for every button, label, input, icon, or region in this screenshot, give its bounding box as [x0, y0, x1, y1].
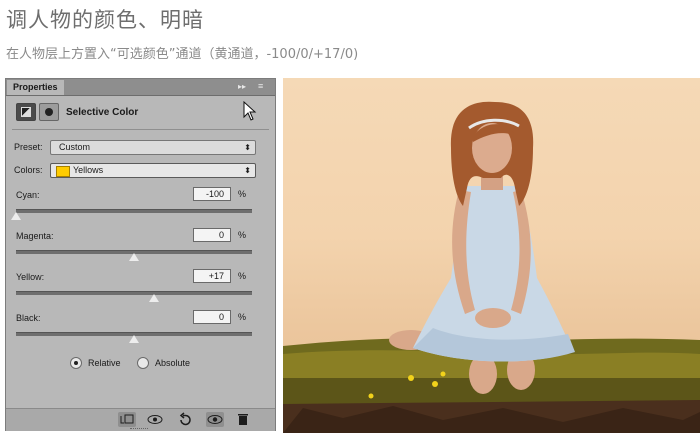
reset-icon[interactable] [176, 412, 194, 427]
cyan-unit: % [238, 189, 247, 199]
colors-value: Yellows [73, 165, 104, 175]
preset-value: Custom [59, 142, 91, 152]
divider [12, 129, 269, 130]
panel-menu-icon[interactable]: ≡ [258, 81, 272, 92]
yellow-label: Yellow: [16, 272, 45, 282]
cyan-slider-thumb[interactable] [11, 212, 21, 220]
cyan-input[interactable]: -100 [193, 187, 231, 201]
layer-mask-icon[interactable] [39, 103, 59, 121]
magenta-label: Magenta: [16, 231, 54, 241]
resize-grip[interactable] [130, 428, 148, 431]
photo-canvas [283, 78, 700, 433]
magenta-input[interactable]: 0 [193, 228, 231, 242]
yellow-swatch-icon [56, 166, 70, 177]
panel-tab-bar: Properties ▸▸ ≡ [6, 79, 275, 96]
magenta-unit: % [238, 230, 247, 240]
preset-dropdown[interactable]: Custom ⬍ [50, 140, 256, 155]
view-previous-icon[interactable] [146, 412, 164, 427]
dropdown-arrow-icon: ⬍ [244, 143, 251, 152]
absolute-radio[interactable] [137, 357, 149, 369]
magenta-slider-thumb[interactable] [129, 253, 139, 261]
yellow-unit: % [238, 271, 247, 281]
girl-photo-illustration [283, 101, 700, 433]
properties-panel: Properties ▸▸ ≡ Selective Color Preset: … [5, 78, 276, 431]
yellow-slider-track[interactable] [16, 291, 252, 295]
collapse-panel-icon[interactable]: ▸▸ [238, 80, 246, 94]
mouse-cursor-icon [243, 101, 257, 121]
tab-properties[interactable]: Properties [7, 80, 64, 95]
absolute-label: Absolute [155, 358, 191, 368]
black-label: Black: [16, 313, 41, 323]
preset-label: Preset: [14, 142, 43, 152]
colors-label: Colors: [14, 165, 43, 175]
black-input[interactable]: 0 [193, 310, 231, 324]
visibility-icon[interactable] [206, 412, 224, 427]
relative-radio[interactable] [70, 357, 82, 369]
dropdown-arrow-icon: ⬍ [244, 166, 251, 175]
adjustment-title: Selective Color [66, 107, 139, 118]
cyan-slider-track[interactable] [16, 209, 252, 213]
clip-to-layer-icon[interactable] [118, 412, 136, 427]
yellow-slider-thumb[interactable] [149, 294, 160, 302]
relative-label: Relative [88, 358, 121, 368]
page-subheading: 在人物层上方置入“可选颜色”通道（黄通道，-100/0/+17/0) [6, 47, 359, 62]
trash-icon[interactable] [234, 412, 252, 427]
page-heading: 调人物的颜色、明暗 [6, 8, 204, 32]
yellow-input[interactable]: +17 [193, 269, 231, 283]
cyan-label: Cyan: [16, 190, 40, 200]
colors-dropdown[interactable]: Yellows ⬍ [50, 163, 256, 178]
adjustment-layer-icon[interactable] [16, 103, 36, 121]
black-slider-thumb[interactable] [129, 335, 139, 343]
black-unit: % [238, 312, 247, 322]
